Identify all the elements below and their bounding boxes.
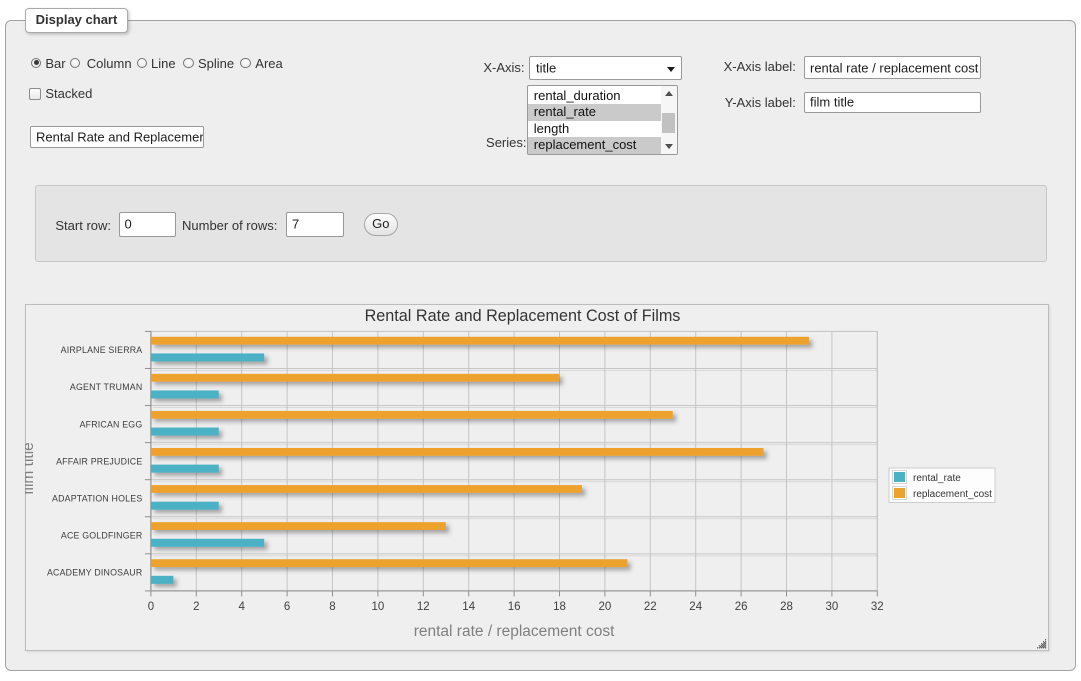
svg-text:10: 10 [371, 600, 384, 612]
svg-text:replacement_cost: replacement_cost [913, 489, 992, 500]
svg-text:AIRPLANE SIERRA: AIRPLANE SIERRA [60, 345, 142, 355]
svg-text:ADAPTATION HOLES: ADAPTATION HOLES [52, 493, 142, 503]
svg-text:24: 24 [689, 600, 702, 612]
svg-text:16: 16 [507, 600, 520, 612]
svg-text:film title: film title [25, 442, 37, 495]
svg-text:6: 6 [283, 600, 289, 612]
svg-text:ACE GOLDFINGER: ACE GOLDFINGER [60, 530, 142, 540]
svg-text:ACADEMY DINOSAUR: ACADEMY DINOSAUR [46, 567, 141, 577]
svg-text:32: 32 [870, 600, 883, 612]
svg-text:30: 30 [825, 600, 838, 612]
svg-text:AFFAIR PREJUDICE: AFFAIR PREJUDICE [56, 456, 142, 466]
svg-text:0: 0 [147, 600, 153, 612]
svg-text:AGENT TRUMAN: AGENT TRUMAN [69, 382, 141, 392]
svg-text:14: 14 [462, 600, 475, 612]
svg-text:AFRICAN EGG: AFRICAN EGG [79, 419, 142, 429]
svg-text:28: 28 [780, 600, 793, 612]
svg-text:12: 12 [416, 600, 429, 612]
svg-text:8: 8 [329, 600, 335, 612]
svg-text:rental rate / replacement cost: rental rate / replacement cost [413, 623, 614, 640]
svg-text:26: 26 [734, 600, 747, 612]
svg-text:2: 2 [193, 600, 199, 612]
svg-text:18: 18 [553, 600, 566, 612]
svg-text:Rental Rate and Replacement Co: Rental Rate and Replacement Cost of Film… [364, 306, 680, 324]
svg-text:rental_rate: rental_rate [913, 473, 961, 484]
svg-text:20: 20 [598, 600, 611, 612]
svg-text:22: 22 [643, 600, 656, 612]
svg-text:4: 4 [238, 600, 245, 612]
